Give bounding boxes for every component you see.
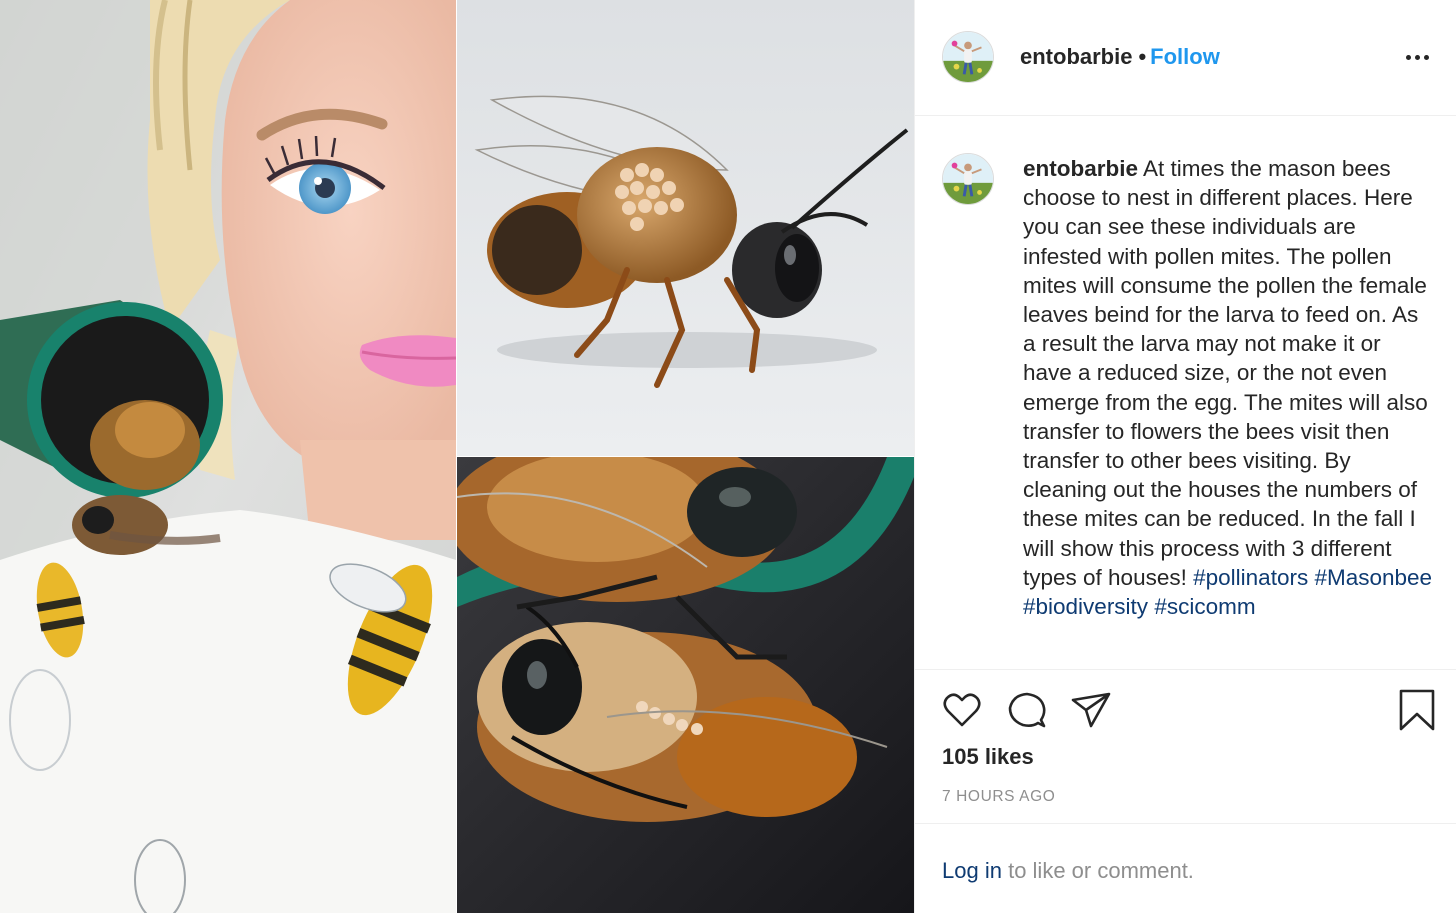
header-user-line: entobarbie • Follow xyxy=(1020,44,1220,70)
profile-avatar[interactable] xyxy=(942,31,994,83)
post-header: entobarbie • Follow xyxy=(915,0,1456,116)
comment-icon[interactable] xyxy=(1005,688,1049,732)
separator-dot: • xyxy=(1138,44,1147,69)
bee-side-view-photo xyxy=(457,0,914,456)
hashtag-link[interactable]: #scicomm xyxy=(1154,594,1255,619)
hashtag-link[interactable]: #pollinators xyxy=(1193,565,1308,590)
caption-text: At times the mason bees choose to nest i… xyxy=(1023,156,1428,590)
post-caption: entobarbie At times the mason bees choos… xyxy=(1023,154,1433,621)
post-media[interactable] xyxy=(0,0,914,913)
post-actions: 105 likes 7 HOURS AGO xyxy=(915,670,1456,824)
like-count[interactable]: 105 likes xyxy=(942,744,1034,770)
post-timestamp[interactable]: 7 HOURS AGO xyxy=(942,788,1055,806)
login-link[interactable]: Log in xyxy=(942,858,1002,883)
username-link[interactable]: entobarbie xyxy=(1020,44,1132,69)
hashtag-link[interactable]: #Masonbee xyxy=(1314,565,1432,590)
heart-icon[interactable] xyxy=(940,688,984,732)
bookmark-icon[interactable] xyxy=(1395,688,1439,732)
bees-closeup-photo xyxy=(457,457,914,913)
login-prompt: Log in to like or comment. xyxy=(942,858,1194,884)
caption-section: entobarbie At times the mason bees choos… xyxy=(915,116,1456,670)
media-divider xyxy=(457,456,914,457)
caption-avatar[interactable] xyxy=(942,153,994,205)
post-side-panel: entobarbie • Follow entobarbie At times th xyxy=(914,0,1456,913)
doll-with-bee-photo xyxy=(0,0,456,913)
login-prompt-text: to like or comment. xyxy=(1008,858,1194,883)
more-options-icon[interactable] xyxy=(1403,42,1433,72)
share-icon[interactable] xyxy=(1069,688,1113,732)
hashtag-link[interactable]: #biodiversity xyxy=(1023,594,1148,619)
caption-username[interactable]: entobarbie xyxy=(1023,156,1138,181)
follow-button[interactable]: Follow xyxy=(1150,44,1220,69)
